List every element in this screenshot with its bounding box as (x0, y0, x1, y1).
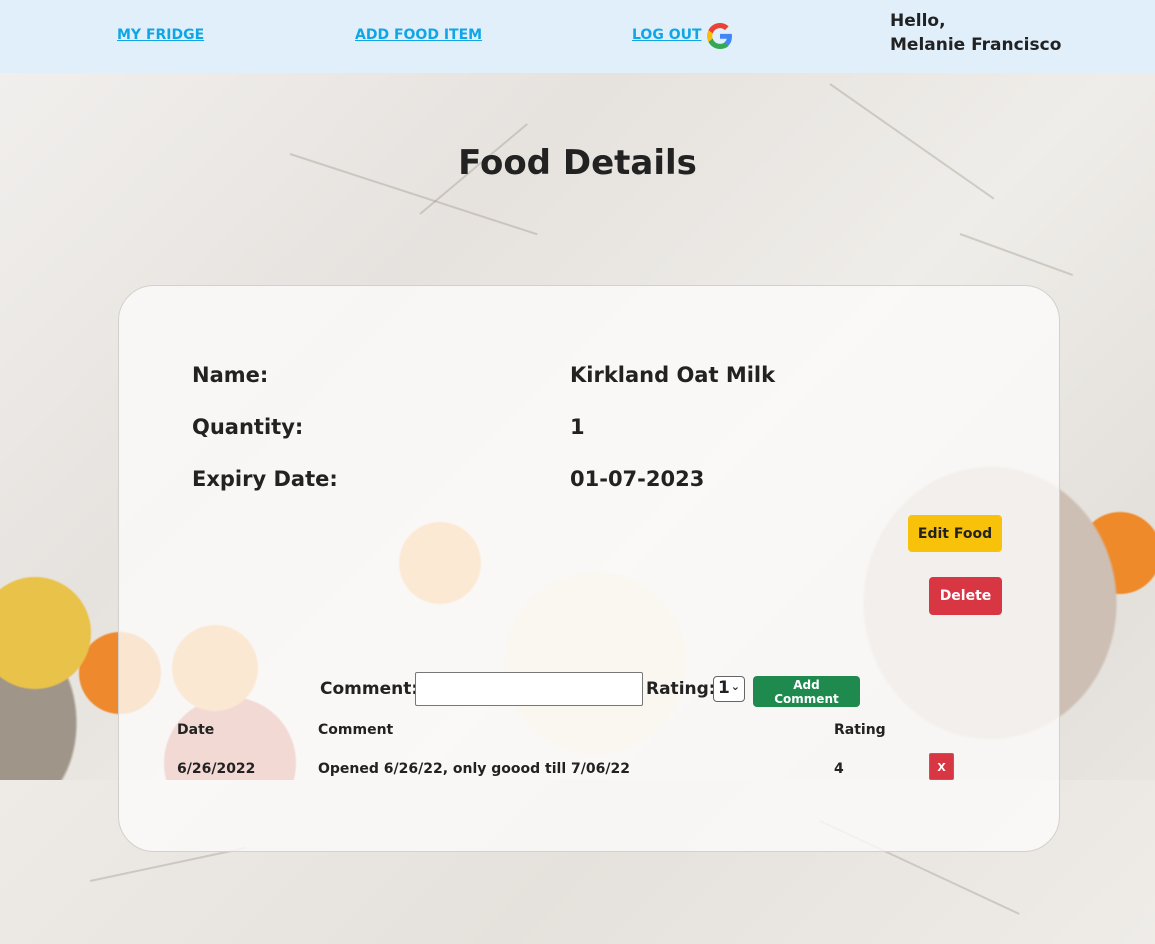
expiry-date-value: 01-07-2023 (570, 467, 705, 491)
expiry-date-label: Expiry Date: (192, 467, 338, 491)
comment-rating: 4 (834, 761, 844, 777)
comment-label: Comment: (320, 679, 419, 699)
quantity-label: Quantity: (192, 415, 304, 439)
table-header-date: Date (177, 722, 215, 738)
comment-text: Opened 6/26/22, only goood till 7/06/22 (318, 761, 630, 777)
nav-add-food-item-link[interactable]: ADD FOOD ITEM (355, 27, 482, 43)
nav-log-out-link[interactable]: LOG OUT (632, 27, 702, 43)
quantity-value: 1 (570, 415, 585, 439)
google-icon[interactable] (707, 23, 733, 49)
chevron-down-icon: ⌄ (730, 680, 740, 693)
add-comment-button[interactable]: Add Comment (753, 676, 860, 707)
comment-input[interactable] (415, 672, 643, 706)
name-value: Kirkland Oat Milk (570, 363, 776, 387)
greeting-text: Hello, (890, 11, 946, 31)
rating-label: Rating: (646, 679, 716, 699)
nav-my-fridge-link[interactable]: MY FRIDGE (117, 27, 204, 43)
rating-selected-value: 1 (718, 678, 730, 698)
user-name: Melanie Francisco (890, 35, 1062, 55)
user-greeting: Hello, Melanie Francisco (890, 9, 1061, 57)
edit-food-button[interactable]: Edit Food (908, 515, 1002, 552)
delete-food-button[interactable]: Delete (929, 577, 1002, 615)
name-label: Name: (192, 363, 269, 387)
rating-select[interactable]: 1 ⌄ (713, 676, 745, 702)
table-header-comment: Comment (318, 722, 394, 738)
food-details-card: Name: Kirkland Oat Milk Quantity: 1 Expi… (118, 285, 1060, 852)
delete-comment-button[interactable]: x (929, 753, 954, 780)
table-header-rating: Rating (834, 722, 886, 738)
top-nav: MY FRIDGE ADD FOOD ITEM LOG OUT Hello, M… (0, 0, 1155, 73)
comment-date: 6/26/2022 (177, 761, 256, 777)
page-title: Food Details (458, 143, 697, 183)
